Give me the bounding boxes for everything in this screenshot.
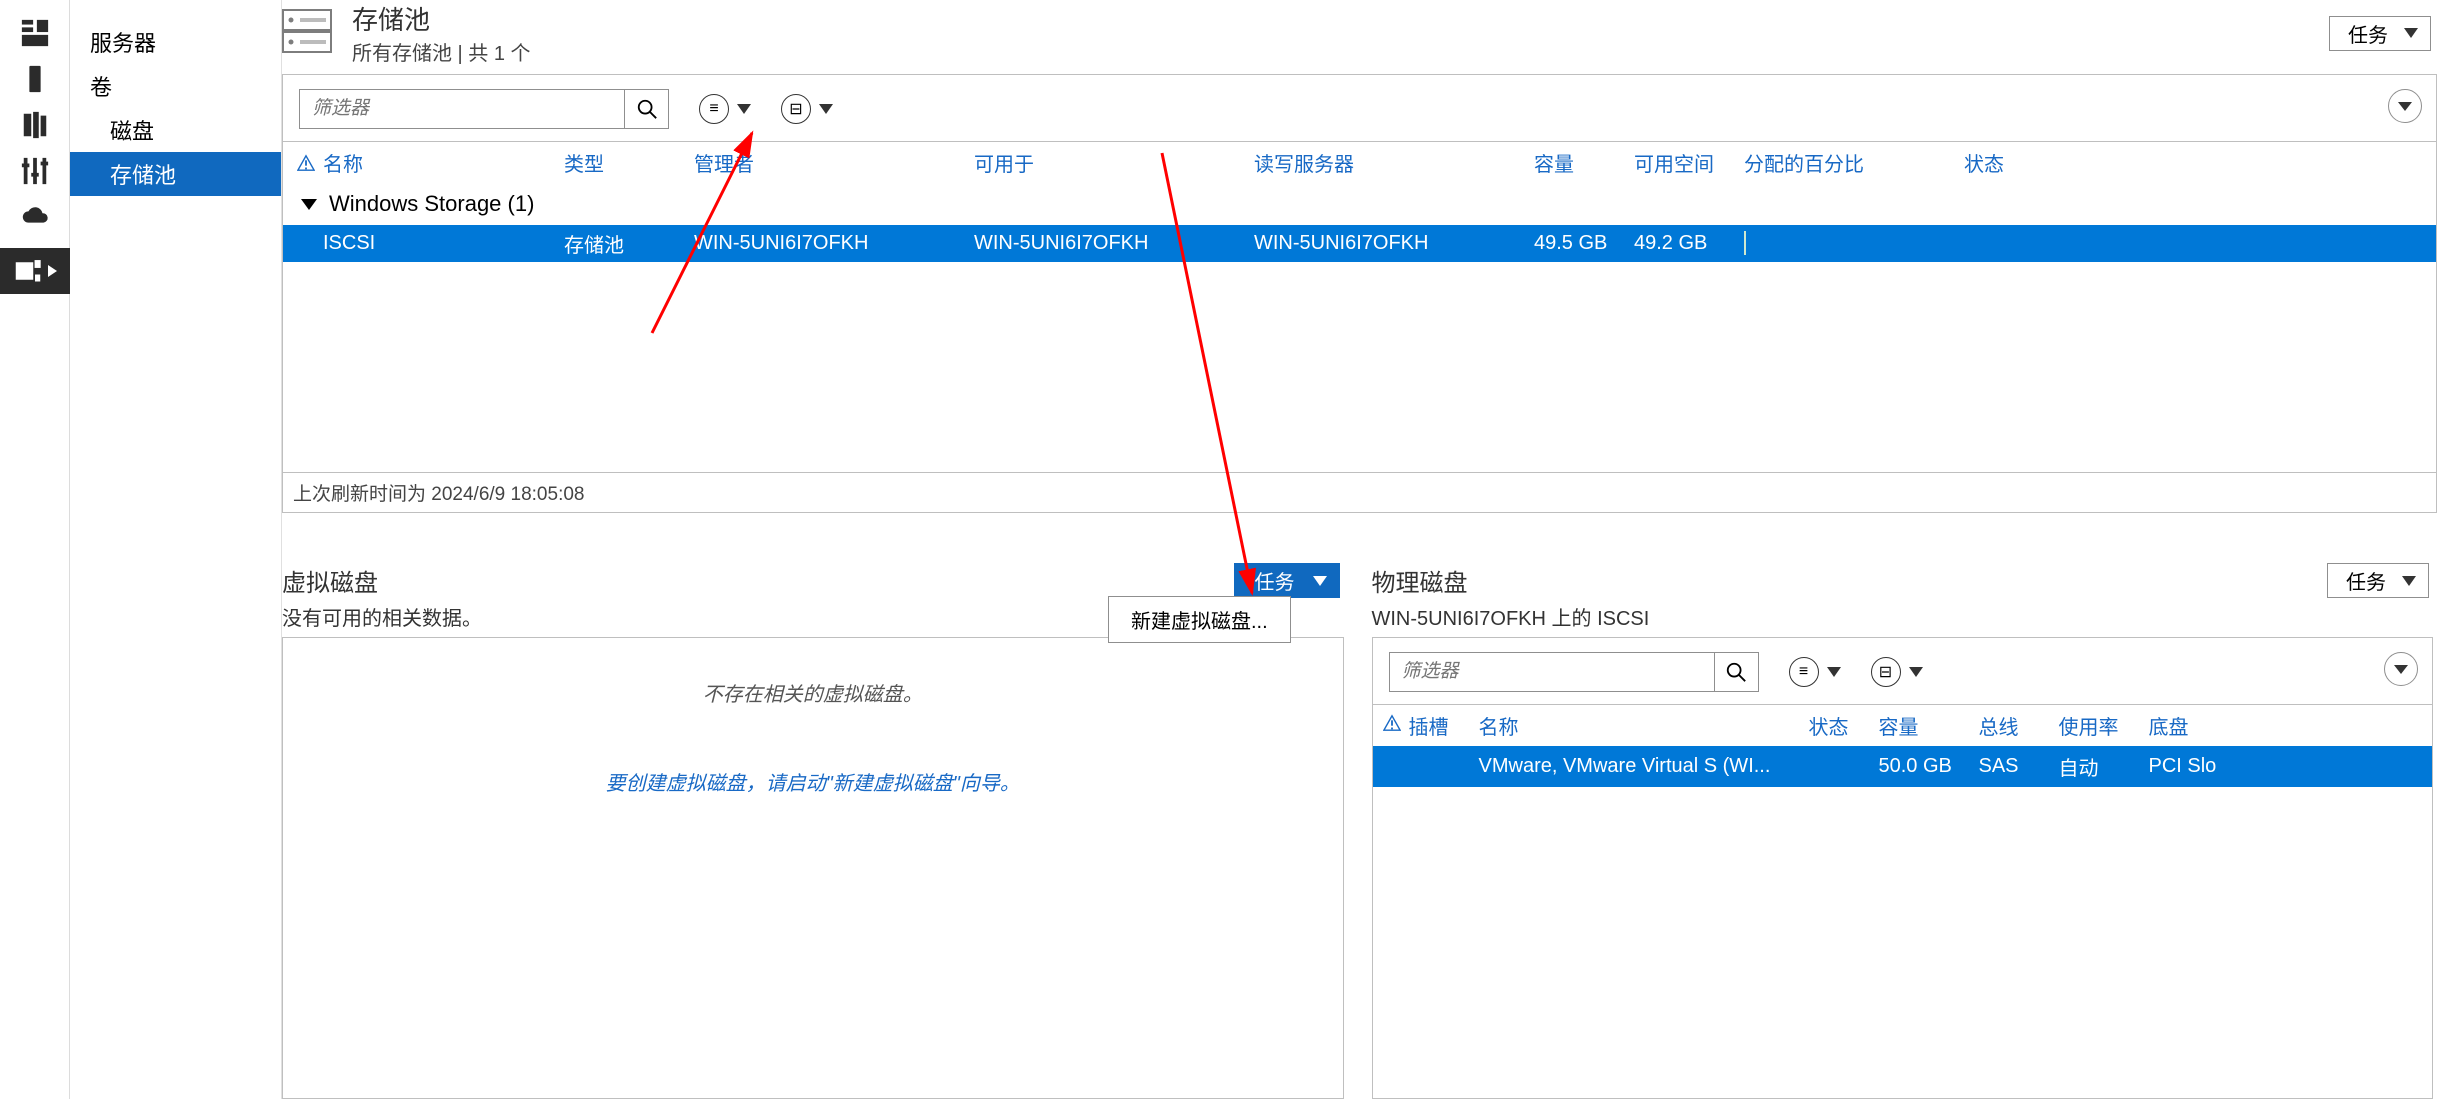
pool-filter-input[interactable] <box>300 98 624 120</box>
dashboard-icon[interactable] <box>18 18 52 48</box>
pdisk-export-button[interactable]: ⊟ <box>1871 657 1923 687</box>
pdisk-grid-header: 插槽 名称 状态 容量 总线 使用率 底盘 <box>1373 704 2433 746</box>
local-server-icon[interactable] <box>18 64 52 94</box>
pd-col-chassis[interactable]: 底盘 <box>2149 711 2239 740</box>
pool-expand-button[interactable] <box>2388 89 2422 123</box>
chevron-down-icon <box>1909 667 1923 677</box>
vdisk-empty-msg: 不存在相关的虚拟磁盘。 <box>703 678 923 707</box>
cell-rw-server: WIN-5UNI6I7OFKH <box>1254 232 1534 255</box>
pd-cell-usage: 自动 <box>2059 752 2149 781</box>
pool-data-row[interactable]: ISCSI 存储池 WIN-5UNI6I7OFKH WIN-5UNI6I7OFK… <box>283 225 2436 262</box>
pd-cell-capacity: 50.0 GB <box>1879 755 1979 778</box>
storage-pool-icon <box>282 9 332 58</box>
pd-cell-bus: SAS <box>1979 755 2059 778</box>
vdisk-title: 虚拟磁盘 <box>282 563 482 598</box>
pool-export-button[interactable]: ⊟ <box>781 94 833 124</box>
pd-col-name[interactable]: 名称 <box>1479 711 1809 740</box>
chevron-down-icon <box>737 104 751 114</box>
chevron-down-icon <box>2398 102 2412 111</box>
cloud-icon[interactable] <box>18 202 52 232</box>
col-capacity[interactable]: 容量 <box>1534 148 1634 177</box>
col-alloc-pct[interactable]: 分配的百分比 <box>1744 148 1964 177</box>
pdisk-filter-input[interactable] <box>1390 661 1714 683</box>
pdisk-subtitle: WIN-5UNI6I7OFKH 上的 ISCSI <box>1372 602 1650 631</box>
warning-column-icon[interactable] <box>1383 714 1409 738</box>
col-manager[interactable]: 管理者 <box>694 148 974 177</box>
pool-subtitle: 所有存储池 | 共 1 个 <box>352 37 531 66</box>
cell-manager: WIN-5UNI6I7OFKH <box>694 232 974 255</box>
pd-col-usage[interactable]: 使用率 <box>2059 711 2149 740</box>
expand-arrow-icon <box>48 265 57 277</box>
cell-free: 49.2 GB <box>1634 232 1744 255</box>
chevron-down-icon <box>2402 576 2416 586</box>
left-nav: 服务器 卷 磁盘 存储池 <box>70 0 282 1099</box>
pd-col-status[interactable]: 状态 <box>1809 711 1879 740</box>
cell-alloc-bar <box>1744 232 1964 255</box>
cell-name: ISCSI <box>319 232 564 255</box>
tools-icon[interactable] <box>18 156 52 186</box>
vdisk-tasks-button[interactable]: 任务 <box>1234 563 1340 598</box>
warning-column-icon[interactable] <box>293 154 319 172</box>
pdisk-data-row[interactable]: VMware, VMware Virtual S (WI... 50.0 GB … <box>1373 746 2433 787</box>
pool-group-row[interactable]: Windows Storage (1) <box>283 183 2436 225</box>
pool-panel-footer: 上次刷新时间为 2024/6/9 18:05:08 <box>283 472 2436 512</box>
nav-servers[interactable]: 服务器 <box>70 20 281 64</box>
col-status[interactable]: 状态 <box>1964 148 2034 177</box>
pd-cell-chassis: PCI Slo <box>2149 755 2239 778</box>
chevron-down-icon <box>819 104 833 114</box>
col-rw-server[interactable]: 读写服务器 <box>1254 148 1534 177</box>
all-servers-icon[interactable] <box>18 110 52 140</box>
chevron-down-icon <box>1827 667 1841 677</box>
main-content: 存储池 所有存储池 | 共 1 个 任务 <box>282 0 2437 1099</box>
col-available-for[interactable]: 可用于 <box>974 148 1254 177</box>
pd-col-capacity[interactable]: 容量 <box>1879 711 1979 740</box>
menu-new-virtual-disk[interactable]: 新建虚拟磁盘... <box>1108 596 1291 643</box>
nav-icon-strip <box>0 0 70 1099</box>
pool-grid-header: 名称 类型 管理者 可用于 读写服务器 容量 可用空间 分配的百分比 状态 <box>283 141 2436 183</box>
cell-type: 存储池 <box>564 229 694 258</box>
pool-group-label: Windows Storage (1) <box>329 191 534 217</box>
pdisk-title: 物理磁盘 <box>1372 563 1650 598</box>
search-icon[interactable] <box>1714 653 1758 691</box>
pdisk-view-button[interactable]: ≡ <box>1789 657 1841 687</box>
pdisk-expand-button[interactable] <box>2384 652 2418 686</box>
col-free[interactable]: 可用空间 <box>1634 148 1744 177</box>
chevron-down-icon <box>2404 28 2418 38</box>
pool-view-button[interactable]: ≡ <box>699 94 751 124</box>
pd-col-bus[interactable]: 总线 <box>1979 711 2059 740</box>
vdisk-subtitle: 没有可用的相关数据。 <box>282 602 482 631</box>
col-type[interactable]: 类型 <box>564 148 694 177</box>
chevron-down-icon <box>2394 665 2408 674</box>
cell-capacity: 49.5 GB <box>1534 232 1634 255</box>
pdisk-tasks-button[interactable]: 任务 <box>2327 563 2429 598</box>
nav-storage-pools[interactable]: 存储池 <box>70 152 281 196</box>
pd-col-slot[interactable]: 插槽 <box>1409 711 1479 740</box>
search-icon[interactable] <box>624 90 668 128</box>
cell-available-for: WIN-5UNI6I7OFKH <box>974 232 1254 255</box>
pd-cell-name: VMware, VMware Virtual S (WI... <box>1479 755 1809 778</box>
pool-title: 存储池 <box>352 0 531 37</box>
col-name[interactable]: 名称 <box>319 148 564 177</box>
collapse-triangle-icon <box>301 199 317 210</box>
nav-volumes[interactable]: 卷 <box>70 64 281 108</box>
storage-icon-active[interactable] <box>0 248 70 294</box>
pool-filter-box[interactable] <box>299 89 669 129</box>
vdisk-hint: 要创建虚拟磁盘，请启动"新建虚拟磁盘"向导。 <box>606 767 1020 796</box>
nav-disks[interactable]: 磁盘 <box>70 108 281 152</box>
chevron-down-icon <box>1313 576 1327 586</box>
pool-tasks-button[interactable]: 任务 <box>2329 16 2431 51</box>
pdisk-filter-box[interactable] <box>1389 652 1759 692</box>
